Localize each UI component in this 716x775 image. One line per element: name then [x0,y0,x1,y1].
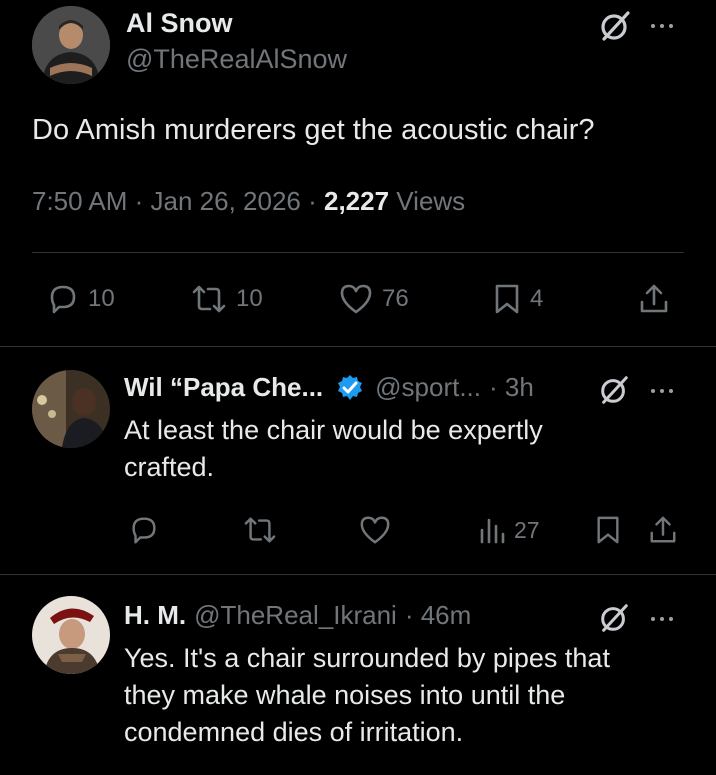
reply-text-line: condemned dies of irritation. [124,717,464,747]
reply-author-avatar[interactable] [32,370,110,448]
reply-icon [50,285,76,314]
more-icon[interactable] [651,617,673,621]
bookmark-count: 4 [530,285,544,312]
bookmark-icon [597,516,619,544]
share-button[interactable] [648,514,678,546]
reply-author-name[interactable]: Wil “Papa Che... [124,372,323,403]
avatar-image [32,370,110,448]
share-icon [650,516,676,543]
views-button[interactable]: 27 [478,514,540,546]
main-tweet-text: Do Amish murderers get the acoustic chai… [32,114,595,146]
avatar-image [32,6,110,84]
bookmark-button[interactable]: 4 [492,282,543,316]
repost-button[interactable]: 10 [190,282,263,316]
repost-button[interactable] [242,514,278,546]
reply-button[interactable]: 10 [46,282,115,316]
reply-count: 10 [88,285,115,312]
reply-author-name[interactable]: H. M. [124,600,186,631]
like-icon [360,516,390,544]
share-button[interactable] [638,282,670,316]
views-label: Views [396,186,466,216]
bookmark-icon [495,284,519,314]
divider [32,252,684,253]
reply-time[interactable]: · 3h [489,372,534,403]
views-icon [480,518,505,544]
reply-header: Wil “Papa Che... @sport... · 3h [124,372,534,403]
main-author-name[interactable]: Al Snow [126,8,233,39]
reply-author-avatar[interactable] [32,596,110,674]
views-count: 2,227 [323,186,390,216]
reply-button[interactable] [128,514,160,546]
divider [0,574,716,575]
share-icon [640,284,668,313]
reply-text-line: they make whale noises into until the [124,680,566,710]
bookmark-button[interactable] [594,514,622,546]
reply-text-line: crafted. [124,452,215,482]
reply-text: At least the chair would be expertly cra… [124,412,543,486]
repost-icon [192,285,226,313]
grok-icon[interactable] [598,9,632,43]
reply-text-line: Yes. It's a chair surrounded by pipes th… [124,643,610,673]
more-icon[interactable] [651,389,673,393]
reply-text-line: At least the chair would be expertly [124,415,543,445]
grok-icon[interactable] [598,602,630,634]
reply-author-handle[interactable]: @TheReal_Ikrani [194,600,397,631]
reply-icon [132,517,156,544]
like-icon [340,284,372,314]
reply-text: Yes. It's a chair surrounded by pipes th… [124,640,610,751]
like-button[interactable] [358,514,392,546]
reply-time[interactable]: · 46m [405,600,471,631]
tweet-meta: 7:50 AM · Jan 26, 2026 · 2,227 Views [32,186,466,216]
like-button[interactable]: 76 [338,282,409,316]
reply-header: H. M. @TheReal_Ikrani · 46m [124,600,471,631]
divider [0,346,716,347]
reply-author-handle[interactable]: @sport... [375,372,481,403]
main-author-handle[interactable]: @TheRealAlSnow [126,44,347,75]
grok-icon[interactable] [598,374,630,406]
views-count: 27 [514,516,540,543]
tweet-date[interactable]: Jan 26, 2026 [151,186,301,216]
like-count: 76 [382,285,409,312]
main-author-avatar[interactable] [32,6,110,84]
more-icon[interactable] [651,24,673,28]
avatar-image [32,596,110,674]
repost-icon [244,517,276,543]
repost-count: 10 [236,285,263,312]
tweet-time[interactable]: 7:50 AM [32,186,127,216]
verified-badge-icon[interactable] [335,373,365,403]
